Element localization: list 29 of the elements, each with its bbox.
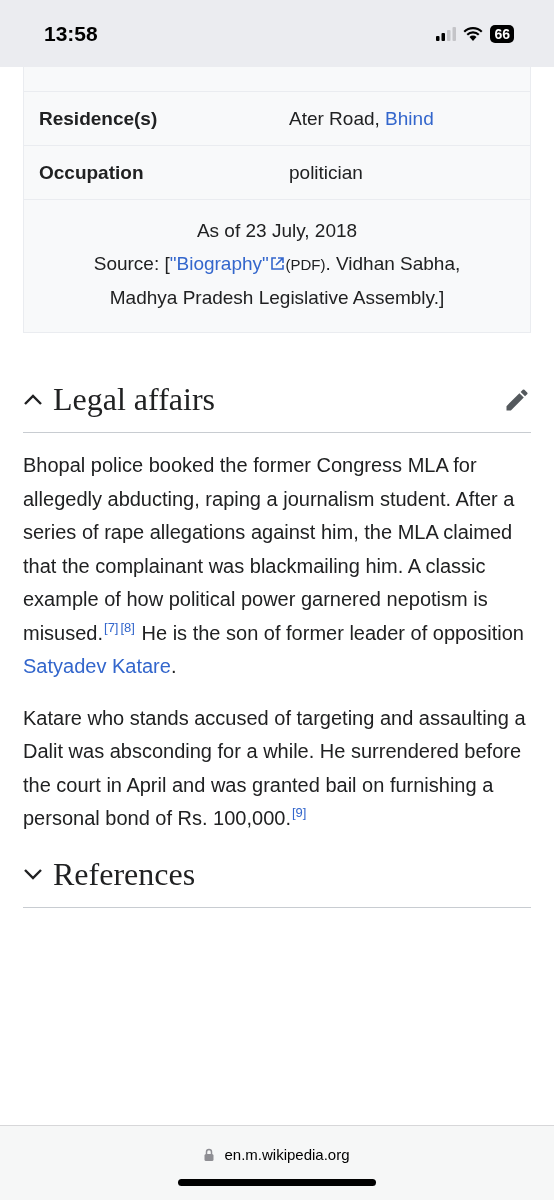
url-text: en.m.wikipedia.org: [224, 1146, 350, 1163]
clock-time: 13:58: [44, 21, 98, 46]
infobox-label: Occupation: [39, 161, 145, 184]
infobox-value: politician: [289, 161, 364, 184]
external-link[interactable]: "Biography": [169, 253, 286, 274]
chevron-icon: [23, 393, 43, 406]
link[interactable]: Satyadev Katare: [23, 655, 171, 677]
address-bar[interactable]: en.m.wikipedia.org: [0, 1125, 554, 1200]
external-link-icon: [270, 256, 286, 271]
lock-icon: [204, 1148, 215, 1161]
file-type: (PDF): [285, 256, 326, 273]
link[interactable]: Bhind: [385, 107, 434, 129]
section-heading[interactable]: References: [23, 855, 531, 908]
section-title: Legal affairs: [53, 381, 216, 418]
section-title: References: [53, 855, 197, 893]
signal-icon: [436, 26, 457, 41]
chevron-icon: [23, 867, 43, 881]
wifi-icon: [463, 26, 484, 41]
infobox-value: Ater Road, Bhind: [289, 107, 435, 130]
infobox-date: As of 23 July, 2018: [196, 219, 358, 243]
infobox-label: Residence(s): [39, 107, 159, 130]
section-heading[interactable]: Legal affairs: [23, 381, 531, 433]
paragraph: Katare who stands accused of targeting and assaulting a Dalit was absconding for a while. He surrendered before the court in April and was granted bail on furnishing a personal bond of Rs. 100,000.$^{[9]}$: [23, 705, 527, 831]
reference-link[interactable]: [8]: [120, 619, 135, 635]
paragraph: Bhopal police booked the former Congress MLA for allegedly abducting, raping a journalism student. After a series of rape allegations against him, the MLA claimed that the complainant was blackmailing him. A classic example of how political power garnered nepotism is misused.$^{[7]}$$^{[8]}$ He is the son of former leader of opposition Satyadev Katare.: [23, 453, 525, 679]
reference-link[interactable]: [9]: [291, 805, 307, 820]
reference-link[interactable]: [7]: [104, 619, 119, 635]
battery-indicator: 66: [490, 24, 514, 43]
source-note: Source: ["Biography" (PDF). Vidhan Sabha, Madhya Pradesh Legislative Assembly.]: [92, 252, 462, 310]
